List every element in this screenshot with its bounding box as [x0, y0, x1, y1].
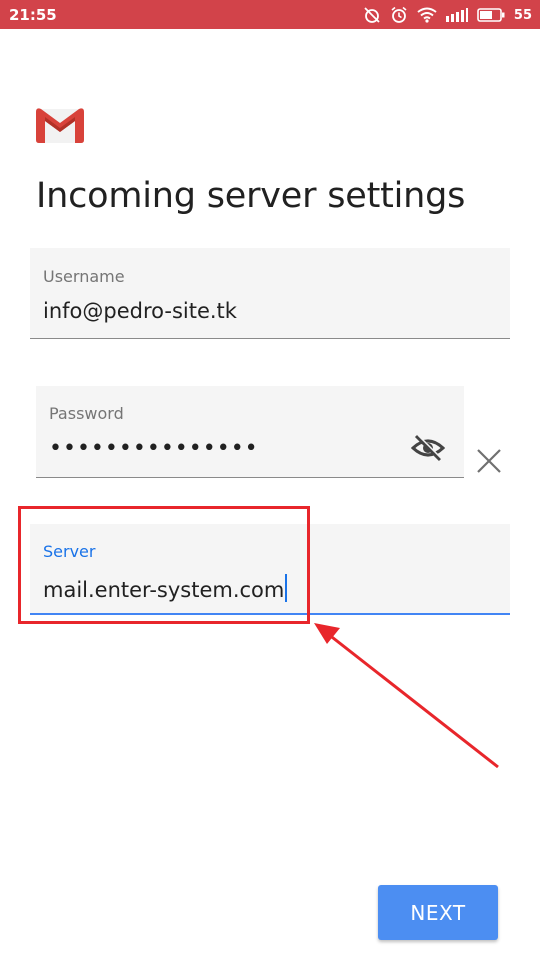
battery-icon: [477, 8, 505, 22]
annotation-highlight-box: [18, 506, 310, 624]
password-input[interactable]: •••••••••••••••: [49, 436, 259, 461]
password-label: Password: [49, 404, 124, 423]
next-button[interactable]: NEXT: [378, 885, 498, 940]
username-underline: [30, 338, 510, 339]
username-field[interactable]: Username info@pedro-site.tk: [30, 248, 510, 339]
close-icon[interactable]: [474, 446, 504, 476]
password-field[interactable]: Password •••••••••••••••: [36, 386, 464, 478]
status-time: 21:55: [9, 6, 57, 24]
password-underline: [36, 477, 464, 478]
gmail-logo: [36, 108, 84, 143]
page-title: Incoming server settings: [36, 176, 466, 216]
alarm-icon: [391, 6, 407, 23]
username-input[interactable]: info@pedro-site.tk: [43, 299, 237, 323]
toggle-visibility-icon[interactable]: [411, 433, 445, 463]
signal-icon: [445, 8, 468, 22]
username-label: Username: [43, 267, 125, 286]
status-bar: 21:55 55: [0, 0, 540, 29]
wifi-icon: [417, 7, 437, 23]
annotation-arrow: [314, 623, 499, 769]
status-icons: 55: [363, 5, 532, 25]
alarm-off-icon: [364, 7, 380, 23]
battery-percent: 55: [513, 7, 532, 23]
